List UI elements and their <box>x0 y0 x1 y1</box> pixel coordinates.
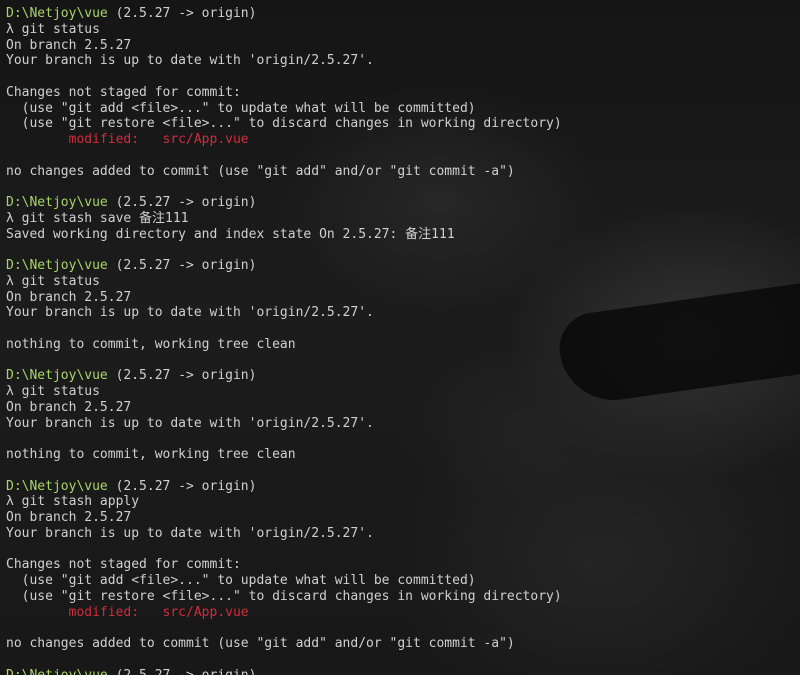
terminal-line: D:\Netjoy\vue (2.5.27 -> origin) <box>6 368 800 384</box>
terminal-line: Changes not staged for commit: <box>6 85 800 101</box>
output-text: (use "git restore <file>..." to discard … <box>6 588 562 604</box>
terminal-line: nothing to commit, working tree clean <box>6 447 800 463</box>
terminal-line: (use "git add <file>..." to update what … <box>6 101 800 117</box>
terminal-line: nothing to commit, working tree clean <box>6 337 800 353</box>
terminal-line: Your branch is up to date with 'origin/2… <box>6 526 800 542</box>
terminal-line: Your branch is up to date with 'origin/2… <box>6 305 800 321</box>
output-text: On branch 2.5.27 <box>6 510 132 525</box>
output-text: nothing to commit, working tree clean <box>6 447 296 462</box>
terminal-line: no changes added to commit (use "git add… <box>6 164 800 180</box>
prompt-path: D:\Netjoy\vue <box>6 195 108 210</box>
prompt-branch: (2.5.27 -> origin) <box>107 667 257 675</box>
prompt-branch: (2.5.27 -> origin) <box>107 195 257 210</box>
terminal-line: modified: src/App.vue <box>6 605 800 621</box>
command-text: λ git stash save 备注111 <box>6 210 189 226</box>
terminal-line: D:\Netjoy\vue (2.5.27 -> origin) <box>6 668 800 675</box>
terminal-line: On branch 2.5.27 <box>6 510 800 526</box>
terminal-line: Saved working directory and index state … <box>6 227 800 243</box>
terminal-line: modified: src/App.vue <box>6 132 800 148</box>
prompt-branch: (2.5.27 -> origin) <box>107 368 257 384</box>
output-text: (use "git restore <file>..." to discard … <box>6 116 562 132</box>
terminal-line: (use "git restore <file>..." to discard … <box>6 116 800 132</box>
terminal-line: D:\Netjoy\vue (2.5.27 -> origin) <box>6 258 800 274</box>
terminal-line: D:\Netjoy\vue (2.5.27 -> origin) <box>6 195 800 211</box>
output-text: Your branch is up to date with 'origin/2… <box>6 53 374 69</box>
terminal-line: (use "git restore <file>..." to discard … <box>6 589 800 605</box>
output-text: On branch 2.5.27 <box>6 289 132 305</box>
prompt-branch: (2.5.27 -> origin) <box>107 6 257 21</box>
output-text: nothing to commit, working tree clean <box>6 336 296 352</box>
terminal-line: λ git status <box>6 384 800 400</box>
output-text: (use "git add <file>..." to update what … <box>6 573 476 588</box>
prompt-branch: (2.5.27 -> origin) <box>107 258 257 273</box>
output-text: (use "git add <file>..." to update what … <box>6 100 476 116</box>
terminal-line: λ git stash save 备注111 <box>6 211 800 227</box>
command-text: λ git status <box>6 384 100 399</box>
terminal-line: λ git status <box>6 22 800 38</box>
prompt-branch: (2.5.27 -> origin) <box>107 478 257 494</box>
output-text: Your branch is up to date with 'origin/2… <box>6 305 374 321</box>
output-text: Changes not staged for commit: <box>6 84 241 100</box>
terminal-output[interactable]: D:\Netjoy\vue (2.5.27 -> origin) λ git st… <box>0 0 800 675</box>
prompt-path: D:\Netjoy\vue <box>6 258 108 273</box>
output-text: no changes added to commit (use "git add… <box>6 163 515 179</box>
prompt-path: D:\Netjoy\vue <box>6 667 108 675</box>
output-text: Your branch is up to date with 'origin/2… <box>6 525 374 541</box>
output-text: On branch 2.5.27 <box>6 37 132 53</box>
output-text: Saved working directory and index state … <box>6 226 455 242</box>
terminal-line: λ git stash apply <box>6 494 800 510</box>
terminal-line: On branch 2.5.27 <box>6 290 800 306</box>
output-text: Your branch is up to date with 'origin/2… <box>6 415 374 431</box>
terminal-line: (use "git add <file>..." to update what … <box>6 573 800 589</box>
output-text: On branch 2.5.27 <box>6 399 132 415</box>
terminal-line: Changes not staged for commit: <box>6 557 800 573</box>
terminal-line: D:\Netjoy\vue (2.5.27 -> origin) <box>6 6 800 22</box>
terminal-line: no changes added to commit (use "git add… <box>6 636 800 652</box>
terminal-line: Your branch is up to date with 'origin/2… <box>6 416 800 432</box>
command-text: λ git status <box>6 21 100 37</box>
command-text: λ git stash apply <box>6 494 140 510</box>
terminal-line: λ git status <box>6 274 800 290</box>
command-text: λ git status <box>6 273 100 289</box>
output-text: Changes not staged for commit: <box>6 557 241 573</box>
output-text: no changes added to commit (use "git add… <box>6 636 515 651</box>
terminal-line: D:\Netjoy\vue (2.5.27 -> origin) <box>6 479 800 495</box>
modified-file-entry: modified: src/App.vue <box>6 132 249 147</box>
prompt-path: D:\Netjoy\vue <box>6 368 108 384</box>
terminal-line: Your branch is up to date with 'origin/2… <box>6 53 800 69</box>
terminal-line: On branch 2.5.27 <box>6 38 800 54</box>
terminal-line: On branch 2.5.27 <box>6 400 800 416</box>
prompt-path: D:\Netjoy\vue <box>6 6 108 21</box>
modified-file-entry: modified: src/App.vue <box>6 604 249 620</box>
prompt-path: D:\Netjoy\vue <box>6 478 108 494</box>
